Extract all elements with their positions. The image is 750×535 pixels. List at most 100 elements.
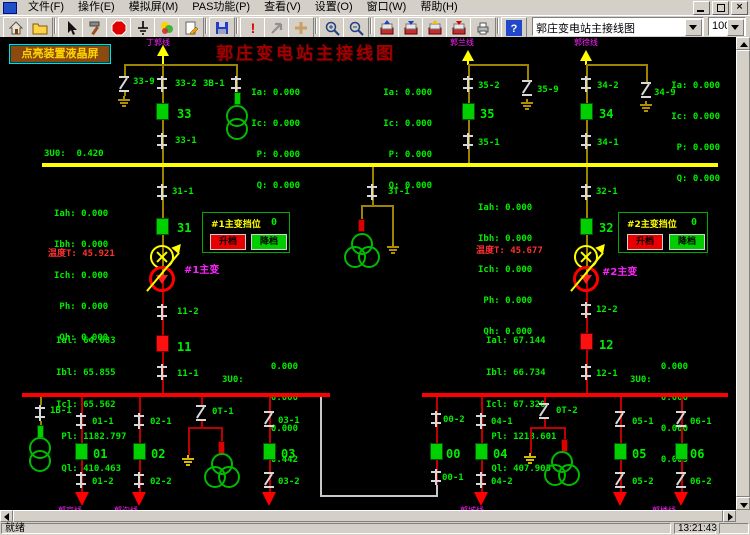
edit-page-button[interactable] — [178, 17, 204, 38]
disconnector-32-1[interactable] — [580, 184, 592, 200]
plus-button[interactable] — [288, 17, 314, 38]
scroll-right-button[interactable] — [723, 510, 736, 522]
menu-view[interactable]: 查看(V) — [257, 0, 308, 15]
vertical-scrollbar[interactable] — [736, 37, 750, 510]
disconnector-05-1[interactable] — [614, 411, 626, 429]
restore-button[interactable] — [712, 1, 729, 15]
switch-label: 35-1 — [478, 138, 500, 148]
app-icon[interactable] — [3, 2, 17, 14]
disconnector-3T-1[interactable] — [366, 184, 378, 200]
disconnector-1B-1[interactable] — [34, 405, 46, 421]
breaker-32[interactable] — [580, 218, 593, 235]
disconnector-31-1[interactable] — [156, 184, 168, 200]
disconnector-33-1[interactable] — [156, 133, 168, 149]
help-button[interactable]: ? — [501, 17, 527, 38]
stop-button[interactable] — [106, 17, 132, 38]
lcd-panel-button[interactable]: 点亮装置液晶屏 — [9, 44, 111, 64]
menu-pas[interactable]: PAS功能(P) — [185, 0, 257, 15]
breaker-03[interactable] — [263, 443, 276, 460]
disconnector-00-1[interactable] — [430, 469, 442, 485]
disconnector-35-9[interactable] — [521, 80, 533, 98]
disconnector-35-1[interactable] — [462, 133, 474, 149]
breaker-00[interactable] — [430, 443, 443, 460]
home-icon — [8, 20, 24, 36]
save-button[interactable] — [209, 17, 235, 38]
nav-arrow-button[interactable] — [264, 17, 290, 38]
zoom-selector[interactable]: 100% — [708, 17, 746, 36]
zoom-in-button[interactable] — [319, 17, 345, 38]
close-button[interactable]: × — [731, 1, 748, 15]
disconnector-35-2[interactable] — [462, 76, 474, 92]
breaker-33[interactable] — [156, 103, 169, 120]
disconnector-34-9[interactable] — [640, 82, 652, 100]
toolbar-separator — [54, 18, 56, 34]
open-button[interactable] — [27, 17, 53, 38]
disconnector-3B-1[interactable] — [230, 76, 242, 92]
measurement-row: Iah: 0.000 — [54, 209, 108, 220]
zoom-out-button[interactable] — [343, 17, 369, 38]
breaker-02[interactable] — [133, 443, 146, 460]
breaker-34[interactable] — [580, 103, 593, 120]
chevron-down-icon[interactable] — [685, 19, 702, 36]
tap-down-button[interactable]: 降档 — [669, 234, 705, 250]
transformer-1[interactable] — [142, 243, 186, 301]
disconnector-01-1[interactable] — [75, 413, 87, 429]
disconnector-11-2[interactable] — [156, 304, 168, 320]
tap-down-button[interactable]: 降档 — [251, 234, 287, 250]
diagram-selector[interactable]: 郭庄变电站主接线图 — [532, 17, 704, 36]
scroll-down-button[interactable] — [736, 497, 750, 510]
disconnector-01-2[interactable] — [75, 472, 87, 488]
scroll-up-button[interactable] — [736, 37, 750, 50]
device3-button[interactable] — [422, 17, 448, 38]
tap-up-button[interactable]: 升档 — [210, 234, 246, 250]
menu-window[interactable]: 窗口(W) — [360, 0, 414, 15]
disconnector-02-1[interactable] — [133, 413, 145, 429]
disconnector-03-1[interactable] — [263, 411, 275, 429]
device2-button[interactable] — [398, 17, 424, 38]
alarm-button[interactable]: ! — [240, 17, 266, 38]
menu-settings[interactable]: 设置(O) — [308, 0, 360, 15]
menu-help[interactable]: 帮助(H) — [413, 0, 464, 15]
disconnector-04-1[interactable] — [475, 413, 487, 429]
palette-button[interactable] — [154, 17, 180, 38]
disconnector-34-2[interactable] — [580, 76, 592, 92]
disconnector-11-1[interactable] — [156, 364, 168, 380]
menu-file[interactable]: 文件(F) — [21, 0, 71, 15]
disconnector-12-1[interactable] — [580, 364, 592, 380]
disconnector-04-2[interactable] — [475, 472, 487, 488]
print-button[interactable] — [470, 17, 496, 38]
chevron-down-icon[interactable] — [727, 19, 744, 36]
device1-button[interactable] — [374, 17, 400, 38]
disconnector-02-2[interactable] — [133, 472, 145, 488]
pointer-button[interactable] — [58, 17, 84, 38]
breaker-11[interactable] — [156, 335, 169, 352]
breaker-04[interactable] — [475, 443, 488, 460]
menu-mimic[interactable]: 模拟屏(M) — [122, 0, 186, 15]
horizontal-scroll-thumb[interactable] — [13, 510, 723, 522]
home-button[interactable] — [3, 17, 29, 38]
ground-button[interactable] — [130, 17, 156, 38]
disconnector-34-1[interactable] — [580, 133, 592, 149]
horizontal-scrollbar[interactable] — [0, 510, 736, 522]
tool-button[interactable] — [82, 17, 108, 38]
disconnector-00-2[interactable] — [430, 411, 442, 427]
breaker-06[interactable] — [675, 443, 688, 460]
disconnector-12-2[interactable] — [580, 302, 592, 318]
breaker-01[interactable] — [75, 443, 88, 460]
breaker-05[interactable] — [614, 443, 627, 460]
disconnector-33-2[interactable] — [156, 76, 168, 92]
disconnector-06-2[interactable] — [675, 472, 687, 490]
tap-up-button[interactable]: 升档 — [627, 234, 663, 250]
minimize-button[interactable] — [693, 1, 710, 15]
disconnector-06-1[interactable] — [675, 411, 687, 429]
device4-button[interactable] — [446, 17, 472, 38]
breaker-35[interactable] — [462, 103, 475, 120]
breaker-12[interactable] — [580, 333, 593, 350]
vertical-scroll-thumb[interactable] — [736, 50, 750, 497]
menu-operate[interactable]: 操作(E) — [71, 0, 122, 15]
disconnector-05-2[interactable] — [614, 472, 626, 490]
disconnector-03-2[interactable] — [263, 472, 275, 490]
scroll-left-button[interactable] — [0, 510, 13, 522]
breaker-31[interactable] — [156, 218, 169, 235]
measurement-row: Ia: 0.000 — [246, 88, 300, 99]
